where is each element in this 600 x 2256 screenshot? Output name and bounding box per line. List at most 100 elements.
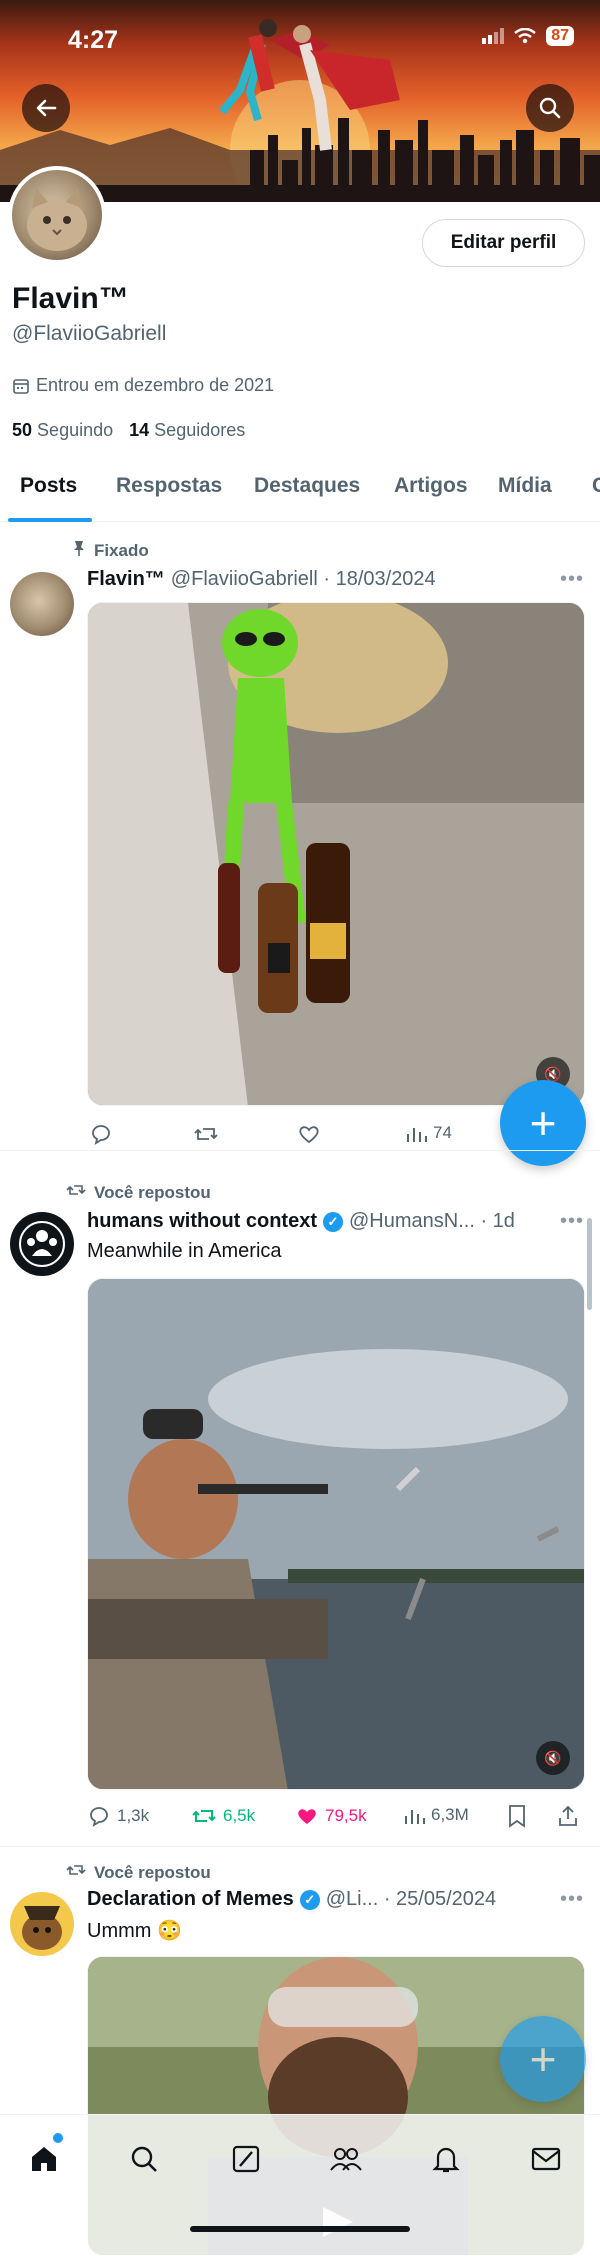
status-icons: 87 (482, 26, 574, 46)
like-button[interactable] (297, 1122, 321, 1146)
heart-filled-icon (298, 1809, 316, 1824)
post-text: Ummm 😳 (87, 1920, 182, 1942)
post-actions: 1,3k 6,5k 79,5k 6,3M (87, 1804, 585, 1834)
mute-icon[interactable]: 🔇 (536, 1741, 570, 1775)
post-avatar[interactable] (10, 1892, 74, 1956)
post-avatar[interactable] (10, 572, 74, 636)
active-tab-indicator (8, 518, 92, 522)
calendar-icon (13, 378, 29, 394)
post-avatar[interactable] (10, 1212, 74, 1276)
cat-avatar-image (27, 188, 87, 251)
edit-profile-button[interactable]: Editar perfil (422, 219, 585, 267)
profile-handle: @FlaviioGabriell (12, 322, 167, 345)
repost-icon (192, 1810, 216, 1822)
tab-midia[interactable]: Mídia (498, 474, 552, 498)
arrow-left-icon (36, 99, 57, 117)
followers-link[interactable]: 14 Seguidores (129, 420, 245, 441)
signal-icon (482, 28, 505, 44)
cartoon-avatar-image (22, 1906, 62, 1950)
pinned-label: Fixado (54, 540, 149, 561)
views-icon (407, 1128, 427, 1142)
reply-button[interactable] (89, 1122, 113, 1146)
views-button[interactable]: 6,3M (403, 1804, 469, 1826)
reply-count: 1,3k (117, 1806, 150, 1825)
post-header: humans without context ✓ @HumansN... · 1… (87, 1210, 515, 1233)
profile-banner: 4:27 87 (0, 0, 600, 202)
following-count: 50 (12, 420, 33, 440)
home-icon[interactable] (22, 2137, 66, 2181)
divider (0, 1150, 600, 1151)
share-button[interactable] (557, 1804, 579, 1828)
people-group-icon (19, 1221, 65, 1267)
repost-context: Você repostou (54, 1182, 211, 1203)
mail-icon[interactable] (524, 2137, 568, 2181)
post-author-name[interactable]: humans without context (87, 1210, 317, 1233)
post-meta: @HumansN... · 1d (349, 1210, 515, 1232)
post-author-name[interactable]: Flavin™ (87, 568, 165, 591)
search-icon[interactable] (122, 2137, 166, 2181)
communities-icon[interactable] (324, 2137, 368, 2181)
pinned-text: Fixado (94, 540, 149, 560)
more-icon[interactable]: ••• (560, 568, 584, 591)
status-time: 4:27 (68, 26, 119, 54)
joined-date: Entrou em dezembro de 2021 (12, 375, 274, 396)
post-media-video[interactable]: 🔇 (87, 1278, 585, 1790)
repost-button[interactable] (193, 1122, 219, 1146)
post-header: Flavin™ @FlaviioGabriell · 18/03/2024 (87, 568, 436, 591)
back-button[interactable] (22, 84, 70, 132)
views-button[interactable]: 74 (405, 1122, 452, 1144)
reply-button[interactable]: 1,3k (87, 1804, 149, 1828)
like-button[interactable]: 79,5k (295, 1804, 367, 1828)
bookmark-button[interactable] (507, 1804, 527, 1828)
joined-text: Entrou em dezembro de 2021 (36, 375, 275, 395)
post-meta: @Li... · 25/05/2024 (325, 1888, 497, 1910)
followers-count: 14 (129, 420, 150, 440)
bell-icon[interactable] (424, 2137, 468, 2181)
tab-overflow-hint: C (592, 474, 600, 497)
wifi-icon (514, 28, 536, 44)
repost-context-text: Você repostou (94, 1182, 211, 1202)
profile-avatar[interactable] (8, 166, 106, 264)
post-header: Declaration of Memes ✓ @Li... · 25/05/20… (87, 1888, 496, 1911)
tab-destaques[interactable]: Destaques (254, 474, 360, 498)
tab-artigos[interactable]: Artigos (394, 474, 468, 498)
repost-icon (54, 1182, 86, 1203)
following-link[interactable]: 50 Seguindo (12, 420, 113, 441)
post-text: Meanwhile in America (87, 1240, 282, 1262)
views-count: 6,3M (431, 1805, 469, 1824)
views-count: 74 (433, 1123, 452, 1142)
more-icon[interactable]: ••• (560, 1888, 584, 1911)
views-icon (405, 1810, 425, 1824)
pin-icon (54, 540, 86, 561)
following-label: Seguindo (37, 420, 114, 440)
repost-button[interactable]: 6,5k (191, 1804, 255, 1828)
profile-tabs: Posts Respostas Destaques Artigos Mídia … (0, 462, 600, 522)
home-indicator[interactable] (190, 2226, 410, 2232)
grok-icon[interactable] (224, 2137, 268, 2181)
repost-count: 6,5k (223, 1806, 256, 1825)
compose-post-button[interactable]: + (500, 1080, 586, 1166)
repost-context: Você repostou (54, 1862, 211, 1883)
alien-photo (88, 603, 584, 1105)
tab-respostas[interactable]: Respostas (116, 474, 222, 498)
divider (0, 1846, 600, 1847)
profile-display-name: Flavin™ (12, 282, 129, 315)
bookmark-icon (509, 1805, 525, 1828)
scrollbar[interactable] (587, 1218, 592, 1310)
more-icon[interactable]: ••• (560, 1210, 584, 1233)
share-icon (559, 1805, 577, 1826)
bottom-navigation (0, 2114, 600, 2256)
tab-posts[interactable]: Posts (20, 474, 77, 498)
post-media-video[interactable]: 🔇 (87, 602, 585, 1106)
battery-indicator: 87 (546, 26, 574, 46)
search-icon (539, 97, 561, 119)
search-button[interactable] (526, 84, 574, 132)
notification-dot (53, 2133, 63, 2143)
post-meta: @FlaviioGabriell · 18/03/2024 (170, 568, 436, 590)
verified-badge-icon: ✓ (323, 1211, 343, 1232)
repost-context-text: Você repostou (94, 1862, 211, 1882)
compose-post-button-shadow[interactable]: + (500, 2016, 586, 2102)
like-count: 79,5k (325, 1806, 367, 1825)
reply-icon (90, 1807, 108, 1827)
post-author-name[interactable]: Declaration of Memes (87, 1888, 294, 1911)
